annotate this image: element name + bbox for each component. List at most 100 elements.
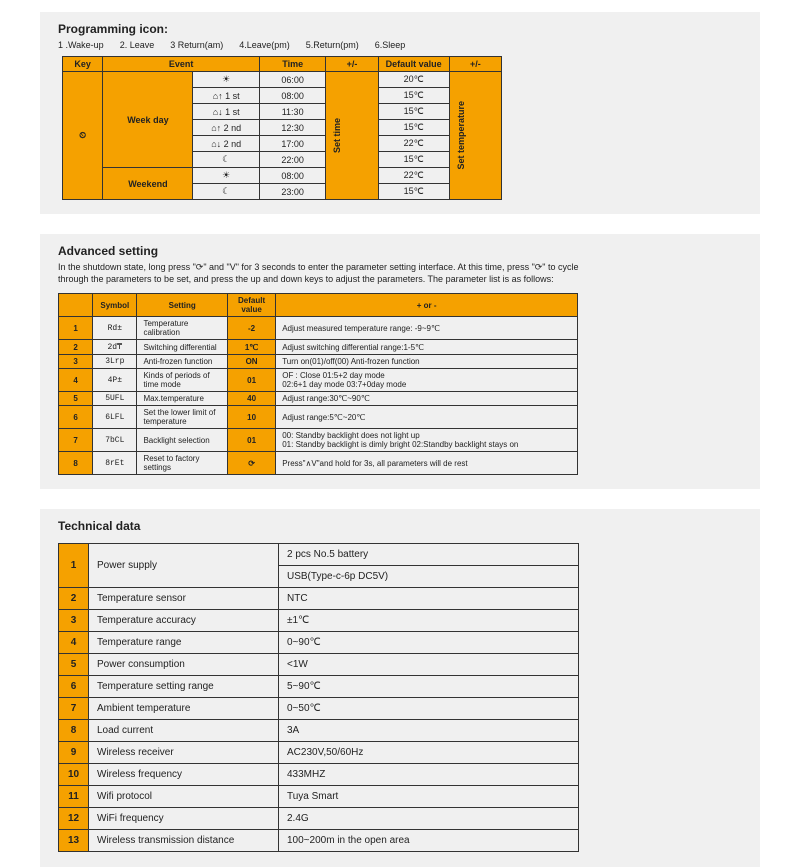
adv-desc-cell: Adjust range:30℃~90℃ <box>276 392 578 406</box>
tech-value: 5~90℃ <box>279 676 579 698</box>
adv-default: 1℃ <box>227 340 275 355</box>
clock-icon: ⏲ <box>63 72 103 200</box>
prog-header: +/- <box>449 57 501 72</box>
adv-symbol: 6LFL <box>93 406 137 429</box>
tech-value: NTC <box>279 588 579 610</box>
event-group: Weekend <box>103 168 193 200</box>
legend-item: 1 .Wake-up <box>58 40 104 50</box>
default-value-cell: 15℃ <box>378 104 449 120</box>
time-cell: 22:00 <box>259 152 325 168</box>
adv-num: 1 <box>59 317 93 340</box>
time-cell: 12:30 <box>259 120 325 136</box>
adv-header: Default value <box>227 294 275 317</box>
adv-setting: Switching differential <box>137 340 228 355</box>
tech-num: 6 <box>59 676 89 698</box>
legend-item: 4.Leave(pm) <box>239 40 290 50</box>
tech-num: 8 <box>59 720 89 742</box>
adv-header: + or - <box>276 294 578 317</box>
adv-setting: Kinds of periods of time mode <box>137 369 228 392</box>
adv-symbol: 8rEt <box>93 452 137 475</box>
prog-header: Default value <box>378 57 449 72</box>
adv-symbol: Rd± <box>93 317 137 340</box>
adv-num: 2 <box>59 340 93 355</box>
adv-default: ⟳ <box>227 452 275 475</box>
adv-setting: Set the lower limit of temperature <box>137 406 228 429</box>
adv-num: 3 <box>59 355 93 369</box>
advanced-panel: Advanced setting In the shutdown state, … <box>40 234 760 489</box>
legend-item: 6.Sleep <box>375 40 406 50</box>
technical-title: Technical data <box>58 519 742 533</box>
default-value-cell: 22℃ <box>378 136 449 152</box>
tech-label: Wireless transmission distance <box>89 830 279 852</box>
adv-desc-cell: 00: Standby backlight does not light up … <box>276 429 578 452</box>
tech-num: 5 <box>59 654 89 676</box>
default-value-cell: 20℃ <box>378 72 449 88</box>
tech-value: 2.4G <box>279 808 579 830</box>
tech-value: Tuya Smart <box>279 786 579 808</box>
prog-header: Event <box>103 57 260 72</box>
tech-label: Power consumption <box>89 654 279 676</box>
tech-label: Power supply <box>89 544 279 588</box>
period-icon: ⌂↑ 1 st <box>193 88 259 104</box>
adv-num: 6 <box>59 406 93 429</box>
event-group: Week day <box>103 72 193 168</box>
default-value-cell: 15℃ <box>378 184 449 200</box>
tech-num: 12 <box>59 808 89 830</box>
adv-desc-cell: Turn on(01)/off(00) Anti-frozen function <box>276 355 578 369</box>
tech-label: Load current <box>89 720 279 742</box>
tech-label: Temperature sensor <box>89 588 279 610</box>
time-cell: 11:30 <box>259 104 325 120</box>
legend-item: 5.Return(pm) <box>306 40 359 50</box>
programming-panel: Programming icon: 1 .Wake-up2. Leave3 Re… <box>40 12 760 214</box>
programming-legend: 1 .Wake-up2. Leave3 Return(am)4.Leave(pm… <box>58 40 742 50</box>
tech-value: ±1℃ <box>279 610 579 632</box>
adv-default: 01 <box>227 369 275 392</box>
tech-num: 11 <box>59 786 89 808</box>
tech-value: 2 pcs No.5 battery <box>279 544 579 566</box>
tech-value: 3A <box>279 720 579 742</box>
tech-label: Temperature range <box>89 632 279 654</box>
adv-header: Symbol <box>93 294 137 317</box>
tech-value: <1W <box>279 654 579 676</box>
default-value-cell: 22℃ <box>378 168 449 184</box>
adv-desc-cell: Press"∧V"and hold for 3s, all parameters… <box>276 452 578 475</box>
adv-desc-cell: Adjust measured temperature range: -9~9℃ <box>276 317 578 340</box>
tech-label: Wireless frequency <box>89 764 279 786</box>
period-icon: ⌂↓ 2 nd <box>193 136 259 152</box>
adv-num: 4 <box>59 369 93 392</box>
tech-num: 2 <box>59 588 89 610</box>
default-value-cell: 15℃ <box>378 120 449 136</box>
time-cell: 08:00 <box>259 168 325 184</box>
adv-default: -2 <box>227 317 275 340</box>
tech-value: USB(Type-c-6p DC5V) <box>279 566 579 588</box>
default-value-cell: 15℃ <box>378 88 449 104</box>
period-icon: ☾ <box>193 184 259 200</box>
tech-num: 9 <box>59 742 89 764</box>
advanced-desc: In the shutdown state, long press "⟳" an… <box>58 262 598 285</box>
adv-num: 8 <box>59 452 93 475</box>
tech-label: Wireless receiver <box>89 742 279 764</box>
adv-symbol: 7bCL <box>93 429 137 452</box>
adv-default: 01 <box>227 429 275 452</box>
adv-setting: Anti-frozen function <box>137 355 228 369</box>
period-icon: ☾ <box>193 152 259 168</box>
tech-label: Temperature accuracy <box>89 610 279 632</box>
adv-symbol: 2d₸ <box>93 340 137 355</box>
time-cell: 06:00 <box>259 72 325 88</box>
adv-default: 40 <box>227 392 275 406</box>
tech-label: Ambient temperature <box>89 698 279 720</box>
tech-num: 3 <box>59 610 89 632</box>
prog-header: Key <box>63 57 103 72</box>
advanced-title: Advanced setting <box>58 244 742 258</box>
adv-setting: Backlight selection <box>137 429 228 452</box>
prog-header: +/- <box>326 57 378 72</box>
adv-symbol: 3Lrp <box>93 355 137 369</box>
tech-num: 4 <box>59 632 89 654</box>
adv-num: 5 <box>59 392 93 406</box>
tech-value: 433MHZ <box>279 764 579 786</box>
tech-label: Wifi protocol <box>89 786 279 808</box>
set-temp-label: Set temperature <box>449 72 501 200</box>
adv-default: ON <box>227 355 275 369</box>
prog-header: Time <box>259 57 325 72</box>
technical-table: 1Power supply2 pcs No.5 batteryUSB(Type-… <box>58 543 579 852</box>
